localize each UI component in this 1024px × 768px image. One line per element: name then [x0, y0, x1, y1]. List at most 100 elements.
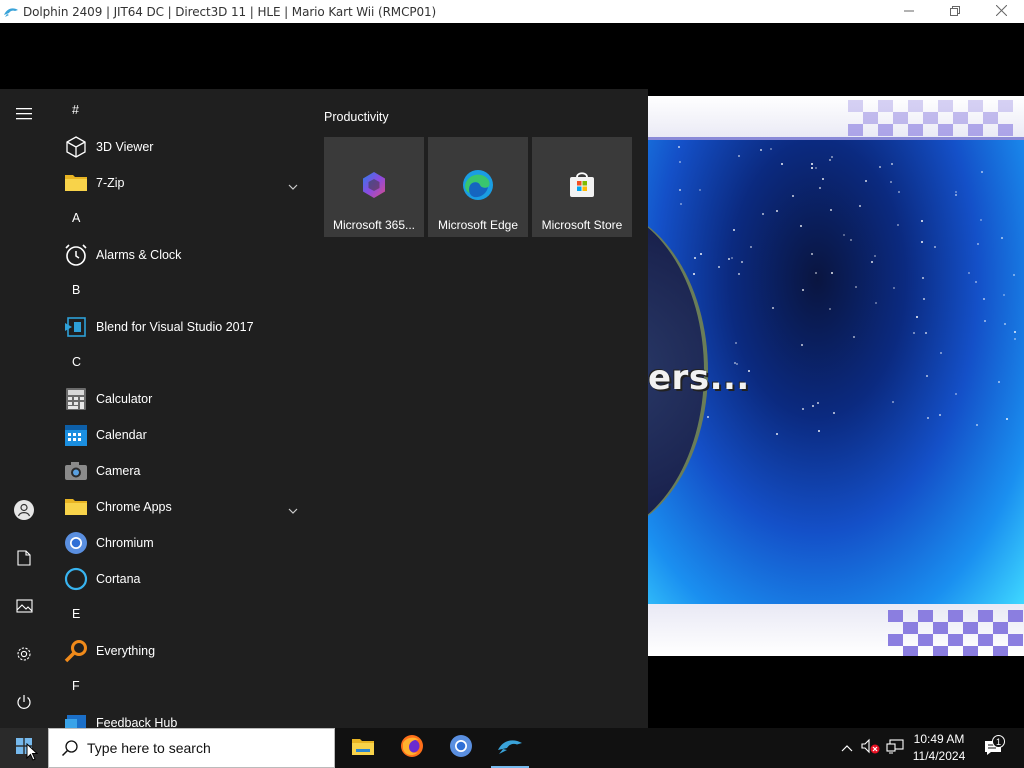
hamburger-icon [16, 107, 32, 125]
app-item-3d-viewer[interactable]: 3D Viewer [48, 129, 308, 165]
expand-menu-button[interactable] [0, 92, 48, 140]
checker-pattern-top [848, 100, 1013, 136]
loading-text: ers... [648, 358, 750, 398]
network-button[interactable] [884, 728, 906, 768]
minimize-button[interactable] [886, 0, 932, 23]
start-rail [0, 89, 48, 728]
show-hidden-icons-button[interactable] [836, 728, 858, 768]
app-item-label: Calendar [96, 428, 147, 442]
app-item-alarms-clock[interactable]: Alarms & Clock [48, 237, 308, 273]
section-letter[interactable]: E [72, 607, 80, 621]
taskbar-search-box[interactable] [48, 728, 335, 768]
notification-count-badge: 1 [992, 735, 1005, 748]
tile-microsoft-365[interactable]: Microsoft 365... [324, 137, 424, 237]
tile-microsoft-edge[interactable]: Microsoft Edge [428, 137, 528, 237]
restore-icon [950, 3, 960, 21]
dolphin-icon [2, 3, 20, 21]
dolphin-icon [497, 737, 523, 760]
taskbar-firefox[interactable] [387, 728, 437, 768]
app-item-chrome-apps[interactable]: Chrome Apps [48, 489, 308, 525]
chromium-icon [60, 527, 92, 559]
cube-icon [60, 131, 92, 163]
taskbar-file-explorer[interactable] [338, 728, 388, 768]
clock-date: 11/4/2024 [912, 749, 966, 763]
action-center-button[interactable]: 1 [978, 728, 1008, 768]
file-explorer-icon [351, 736, 375, 761]
calculator-icon [60, 383, 92, 415]
app-item-label: Everything [96, 644, 156, 658]
start-button[interactable] [0, 728, 48, 768]
search-input[interactable] [87, 740, 327, 756]
magnifier-icon [60, 635, 92, 667]
tile-group-title: Productivity [324, 110, 389, 124]
start-menu: #3D Viewer 7-Zip A Alarms & Clock B Blend for… [0, 89, 648, 728]
mouse-cursor [26, 742, 39, 766]
microsoft-365-icon [358, 169, 390, 201]
section-letter[interactable]: # [72, 103, 79, 117]
window-title-bar[interactable]: Dolphin 2409 | JIT64 DC | Direct3D 11 | … [0, 0, 1024, 23]
volume-muted-icon [861, 738, 881, 759]
chevron-down-icon[interactable] [288, 501, 298, 519]
chevron-down-icon[interactable] [288, 177, 298, 195]
pictures-icon [15, 598, 33, 618]
app-item-label: Cortana [96, 572, 141, 586]
app-item-label: Alarms & Clock [96, 248, 182, 262]
section-letter[interactable]: C [72, 355, 81, 369]
restore-button[interactable] [932, 0, 978, 23]
cortana-icon [60, 563, 92, 595]
user-account-button[interactable] [0, 488, 48, 536]
app-item-calendar[interactable]: Calendar [48, 417, 308, 453]
game-screen[interactable]: ers... [648, 96, 1024, 656]
app-list[interactable]: #3D Viewer 7-Zip A Alarms & Clock B Blend for… [48, 89, 316, 728]
app-item-label: 7-Zip [96, 176, 125, 190]
clock-time: 10:49 AM [913, 732, 965, 746]
taskbar-chromium[interactable] [436, 728, 486, 768]
power-icon [16, 694, 32, 715]
pictures-button[interactable] [0, 584, 48, 632]
folder-icon [60, 491, 92, 523]
settings-button[interactable] [0, 632, 48, 680]
section-letter[interactable]: B [72, 283, 80, 297]
app-item-everything[interactable]: Everything [48, 633, 308, 669]
calendar-icon [60, 419, 92, 451]
close-button[interactable] [978, 0, 1024, 23]
app-item-chromium[interactable]: Chromium [48, 525, 308, 561]
app-item-feedback-hub[interactable]: Feedback Hub [48, 705, 308, 728]
firefox-icon [400, 734, 424, 763]
app-item-label: Chrome Apps [96, 500, 172, 514]
alarm-clock-icon [60, 239, 92, 271]
taskbar: 10:49 AM 11/4/2024 1 [0, 728, 1024, 768]
app-item-label: 3D Viewer [96, 140, 154, 154]
app-item-label: Calculator [96, 392, 153, 406]
tile-microsoft-store[interactable]: Microsoft Store [532, 137, 632, 237]
network-icon [886, 738, 904, 759]
section-letter[interactable]: A [72, 211, 80, 225]
tile-label: Microsoft Edge [437, 218, 519, 232]
person-icon [13, 499, 35, 526]
app-item-camera[interactable]: Camera [48, 453, 308, 489]
chevron-up-icon [841, 739, 853, 757]
checker-pattern-bottom [888, 610, 1023, 656]
section-letter[interactable]: F [72, 679, 80, 693]
volume-button[interactable] [859, 728, 883, 768]
chromium-icon [449, 734, 473, 763]
app-item-label: Camera [96, 464, 141, 478]
app-item-blend-for-visual-studio-2017[interactable]: Blend for Visual Studio 2017 [48, 309, 308, 345]
gear-icon [15, 645, 33, 668]
app-item-label: Chromium [96, 536, 154, 550]
taskbar-dolphin[interactable] [485, 728, 535, 768]
app-item-cortana[interactable]: Cortana [48, 561, 308, 597]
app-item-label: Feedback Hub [96, 716, 178, 728]
power-button[interactable] [0, 680, 48, 728]
app-item-calculator[interactable]: Calculator [48, 381, 308, 417]
camera-icon [60, 455, 92, 487]
search-icon [61, 739, 79, 757]
documents-button[interactable] [0, 536, 48, 584]
system-clock[interactable]: 10:49 AM 11/4/2024 [906, 731, 972, 765]
store-icon [566, 169, 598, 201]
tile-label: Microsoft Store [541, 218, 623, 232]
feedback-icon [60, 707, 92, 728]
app-item-7-zip[interactable]: 7-Zip [48, 165, 308, 201]
document-icon [17, 549, 31, 571]
blend-icon [60, 311, 92, 343]
